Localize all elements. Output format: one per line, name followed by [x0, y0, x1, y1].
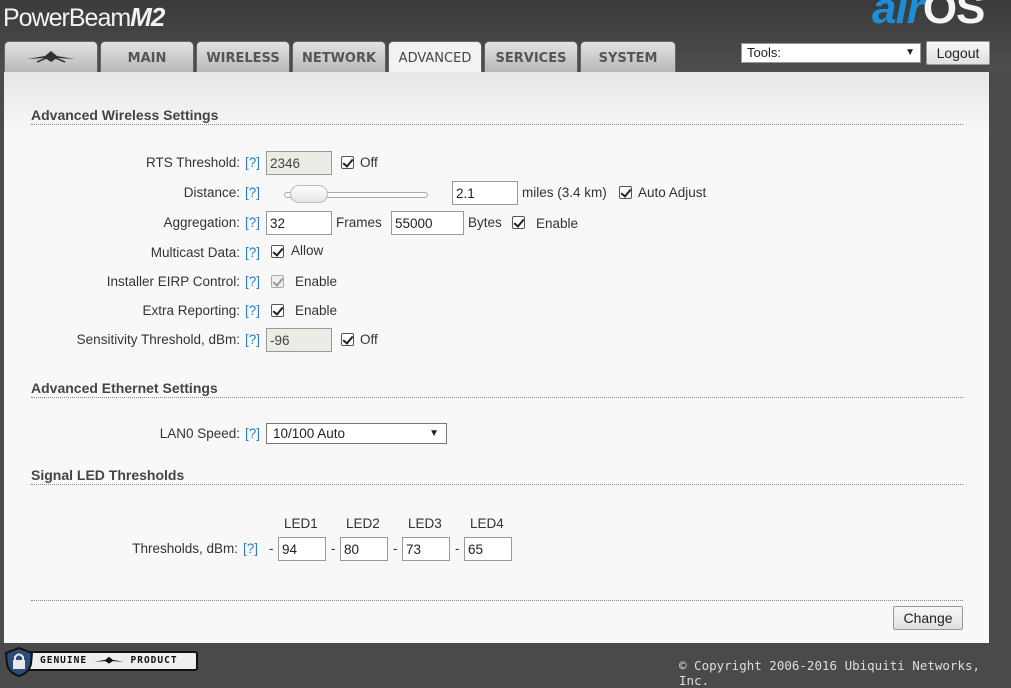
change-button[interactable]: Change — [893, 606, 963, 630]
aggregation-frames-input[interactable] — [266, 211, 332, 235]
copyright-text: © Copyright 2006-2016 Ubiquiti Networks,… — [679, 658, 981, 688]
led3-threshold-input[interactable] — [402, 537, 450, 561]
ubiquiti-logo-icon — [93, 656, 124, 664]
aggregation-enable-label: Enable — [536, 216, 579, 231]
ubiquiti-logo-icon — [27, 51, 75, 63]
eirp-help-link[interactable]: [?] — [245, 274, 260, 289]
tab-network[interactable]: NETWORK — [292, 41, 386, 72]
section-divider — [31, 397, 963, 398]
aggregation-bytes-label: Bytes — [468, 215, 502, 230]
led4-dash: - — [455, 541, 460, 556]
airos-logo: airOS — [872, 0, 985, 33]
aggregation-label: Aggregation: — [163, 215, 240, 230]
multicast-allow-label: Allow — [291, 243, 324, 258]
tab-main[interactable]: MAIN — [100, 41, 194, 72]
lan0-speed-value: 10/100 Auto — [273, 426, 346, 441]
eirp-enable-checkbox[interactable] — [271, 275, 284, 288]
lan0-help-link[interactable]: [?] — [245, 426, 260, 441]
aggregation-frames-label: Frames — [336, 215, 382, 230]
led1-dash: - — [269, 541, 274, 556]
tab-advanced[interactable]: ADVANCED — [388, 41, 482, 73]
distance-input[interactable] — [452, 181, 518, 205]
led1-threshold-input[interactable] — [278, 537, 326, 561]
section-divider — [31, 124, 963, 125]
eirp-enable-label: Enable — [295, 274, 338, 289]
section-divider — [31, 484, 963, 485]
thresholds-label: Thresholds, dBm: — [132, 541, 238, 556]
multicast-help-link[interactable]: [?] — [245, 245, 260, 260]
tools-select-value: Tools: — [747, 45, 781, 60]
rts-off-label: Off — [360, 155, 378, 170]
aggregation-help-link[interactable]: [?] — [245, 215, 260, 230]
multicast-label: Multicast Data: — [150, 245, 240, 260]
extra-reporting-enable-label: Enable — [295, 303, 338, 318]
rts-threshold-input[interactable] — [266, 151, 332, 175]
section-divider — [31, 600, 963, 601]
led3-header: LED3 — [408, 516, 442, 531]
distance-slider-handle[interactable] — [290, 185, 329, 203]
sensitivity-help-link[interactable]: [?] — [245, 332, 260, 347]
chevron-down-icon: ▼ — [905, 47, 915, 58]
sensitivity-off-checkbox[interactable] — [341, 333, 354, 346]
led2-dash: - — [331, 541, 336, 556]
section-title-advanced-wireless: Advanced Wireless Settings — [31, 107, 219, 123]
led4-header: LED4 — [470, 516, 504, 531]
eirp-label: Installer EIRP Control: — [106, 274, 240, 289]
section-title-signal-led: Signal LED Thresholds — [31, 467, 185, 483]
tab-services[interactable]: SERVICES — [484, 41, 578, 72]
genuine-product-badge: GENUINE PRODUCT — [0, 645, 200, 677]
tools-select[interactable]: Tools: ▼ — [741, 43, 921, 63]
settings-panel: Advanced Wireless Settings RTS Threshold… — [4, 72, 989, 643]
section-title-advanced-ethernet: Advanced Ethernet Settings — [31, 380, 218, 396]
extra-reporting-label: Extra Reporting: — [142, 303, 240, 318]
rts-off-checkbox[interactable] — [341, 156, 354, 169]
sensitivity-label: Sensitivity Threshold, dBm: — [76, 332, 240, 347]
tab-wireless[interactable]: WIRELESS — [196, 41, 290, 72]
auto-adjust-checkbox[interactable] — [619, 186, 632, 199]
tab-system[interactable]: SYSTEM — [580, 41, 676, 72]
auto-adjust-label: Auto Adjust — [638, 185, 707, 200]
led2-header: LED2 — [346, 516, 380, 531]
tab-ubiquiti-home[interactable] — [4, 41, 98, 72]
led4-threshold-input[interactable] — [464, 537, 512, 561]
logout-button[interactable]: Logout — [926, 41, 990, 65]
led1-header: LED1 — [284, 516, 318, 531]
chevron-down-icon: ▼ — [429, 428, 439, 439]
genuine-product-bar: GENUINE PRODUCT — [22, 651, 198, 671]
lan0-speed-select[interactable]: 10/100 Auto ▼ — [266, 423, 447, 444]
extra-reporting-checkbox[interactable] — [271, 304, 284, 317]
led3-dash: - — [393, 541, 398, 556]
aggregation-bytes-input[interactable] — [391, 211, 464, 235]
multicast-allow-checkbox[interactable] — [271, 245, 284, 258]
led2-threshold-input[interactable] — [340, 537, 388, 561]
lan0-speed-label: LAN0 Speed: — [159, 426, 240, 441]
aggregation-enable-checkbox[interactable] — [512, 216, 525, 229]
extra-reporting-help-link[interactable]: [?] — [245, 303, 260, 318]
lock-shield-icon — [4, 647, 34, 677]
rts-help-link[interactable]: [?] — [245, 155, 260, 170]
distance-unit-text: miles (3.4 km) — [522, 185, 607, 200]
sensitivity-off-label: Off — [360, 332, 378, 347]
sensitivity-input[interactable] — [266, 328, 332, 352]
distance-help-link[interactable]: [?] — [245, 185, 260, 200]
product-name: PowerBeamM2 — [3, 2, 165, 32]
rts-threshold-label: RTS Threshold: — [145, 155, 240, 170]
thresholds-help-link[interactable]: [?] — [243, 541, 258, 556]
distance-label: Distance: — [183, 185, 240, 200]
